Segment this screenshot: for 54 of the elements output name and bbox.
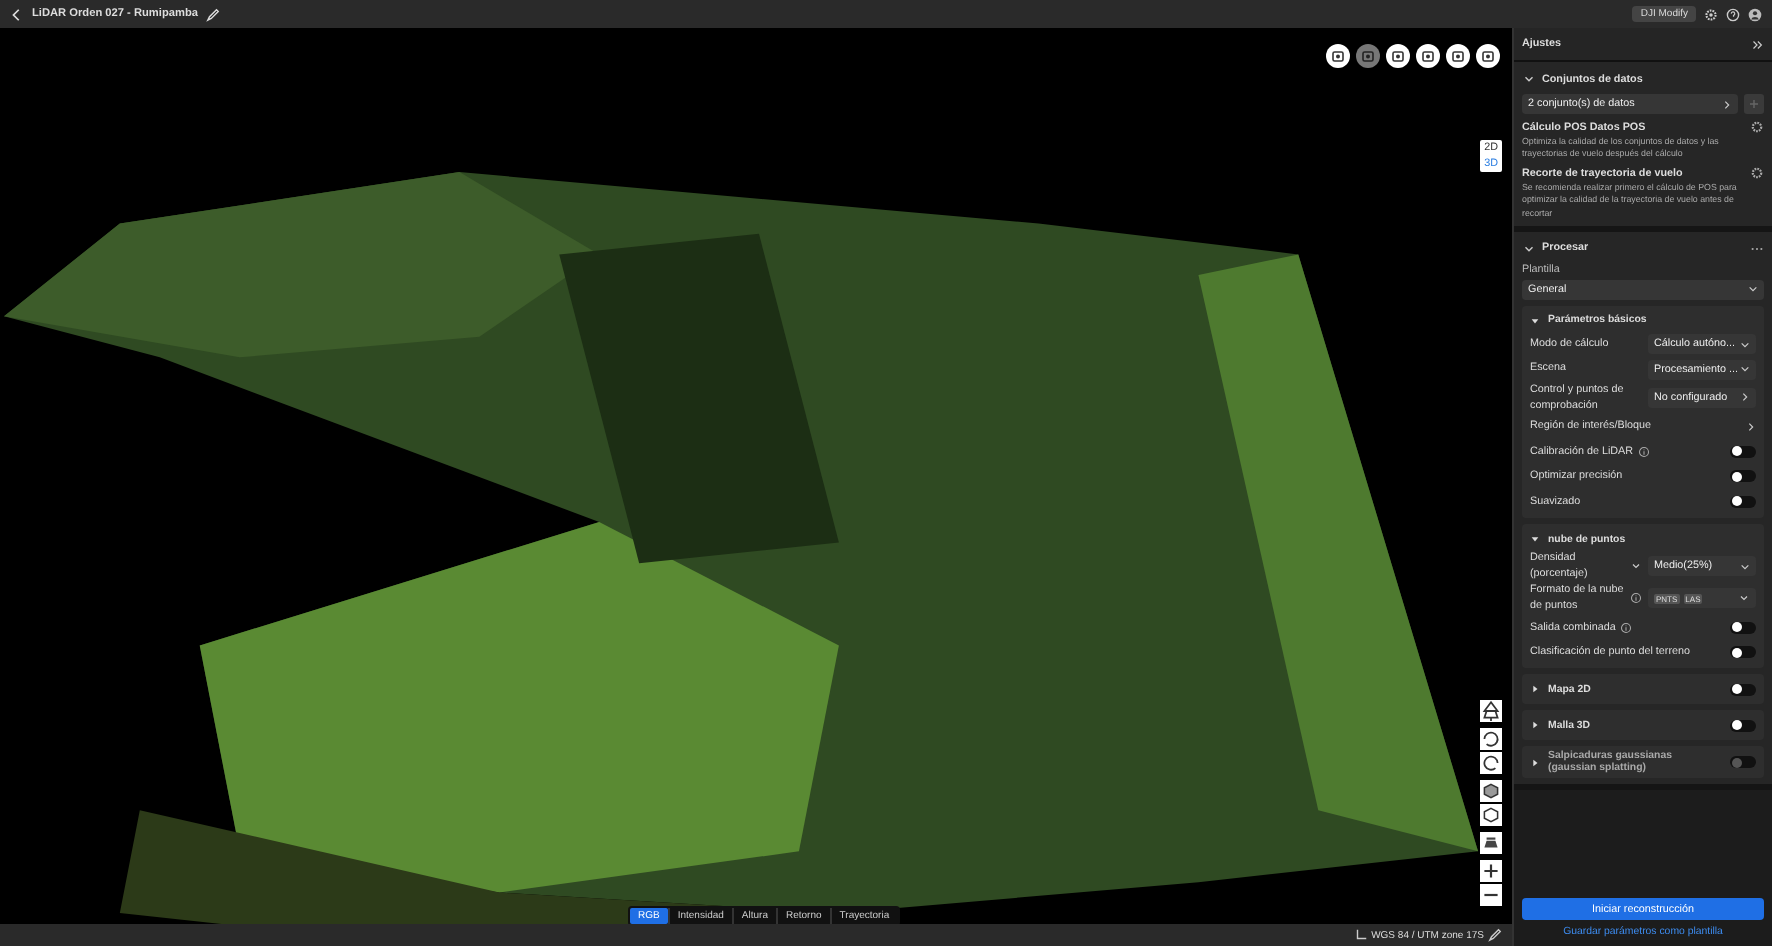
triangle-icon[interactable]	[1530, 315, 1540, 326]
info-icon[interactable]	[1630, 592, 1642, 605]
edit-icon[interactable]	[206, 7, 220, 21]
info-icon[interactable]	[1637, 445, 1650, 458]
toggle-switch[interactable]	[1730, 495, 1756, 508]
zoom-in-icon[interactable]	[1480, 860, 1502, 882]
zoom-out-icon[interactable]	[1480, 884, 1502, 906]
chevron-icon	[1740, 392, 1750, 403]
frame-icon	[1420, 48, 1436, 64]
frame-icon	[1330, 48, 1346, 64]
back-icon[interactable]	[10, 7, 24, 21]
map-tool-button[interactable]	[1326, 44, 1350, 68]
map-tool-button[interactable]	[1446, 44, 1470, 68]
cube-icon[interactable]	[1480, 804, 1502, 826]
caret-icon	[1740, 339, 1750, 350]
frame-icon	[1480, 48, 1496, 64]
layers-icon[interactable]	[1480, 832, 1502, 854]
map-tool-button[interactable]	[1416, 44, 1440, 68]
caret-icon	[1740, 364, 1750, 375]
toggle-switch[interactable]	[1730, 445, 1756, 458]
chevron-icon[interactable]	[1522, 72, 1536, 86]
frame-icon	[1390, 48, 1406, 64]
triangle-icon[interactable]	[1530, 534, 1540, 544]
toggle-switch[interactable]	[1730, 646, 1756, 659]
rotate-right-icon[interactable]	[1480, 752, 1502, 774]
caret-icon[interactable]	[1738, 592, 1750, 605]
settings-icon[interactable]	[1750, 166, 1764, 181]
chevron-icon	[1722, 99, 1732, 109]
toggle-switch[interactable]	[1730, 470, 1756, 483]
toggle-switch[interactable]	[1730, 621, 1756, 634]
rotate-left-icon[interactable]	[1480, 728, 1502, 750]
cube-icon[interactable]	[1480, 780, 1502, 802]
info-icon[interactable]	[1619, 621, 1632, 634]
frame-icon	[1360, 48, 1376, 64]
chevron-icon[interactable]	[1522, 241, 1536, 256]
avatar-icon[interactable]	[1748, 7, 1762, 21]
axis-icon	[1353, 928, 1368, 942]
toggle-switch[interactable]	[1730, 683, 1756, 696]
caret-icon	[1748, 284, 1758, 295]
toggle-switch[interactable]	[1730, 719, 1756, 732]
edit-icon[interactable]	[1488, 928, 1502, 942]
map-tool-button[interactable]	[1476, 44, 1500, 68]
chevron-icon[interactable]	[1746, 421, 1756, 432]
collapse-icon[interactable]	[1750, 37, 1764, 51]
tree-icon[interactable]	[1480, 700, 1502, 722]
help-icon[interactable]	[1726, 7, 1740, 21]
frame-icon	[1450, 48, 1466, 64]
settings-icon[interactable]	[1704, 7, 1718, 21]
caret-icon[interactable]	[1630, 560, 1642, 573]
map-tool-button[interactable]	[1386, 44, 1410, 68]
caret-icon	[1740, 561, 1750, 572]
triangle-icon[interactable]	[1530, 720, 1540, 731]
settings-icon[interactable]	[1750, 120, 1764, 134]
triangle-icon[interactable]	[1530, 684, 1540, 695]
